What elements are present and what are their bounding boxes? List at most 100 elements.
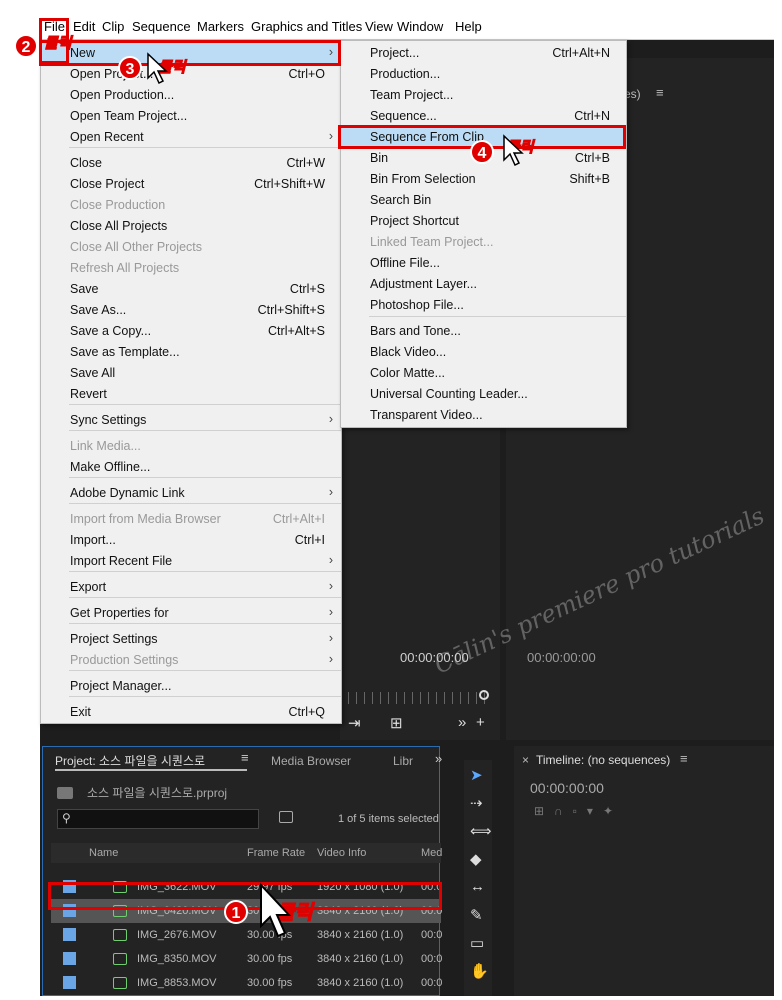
new-bin-icon[interactable] xyxy=(279,811,293,823)
add-button-icon[interactable]: + xyxy=(476,714,485,731)
libraries-tab[interactable]: Libr xyxy=(393,754,413,768)
label-color-swatch[interactable] xyxy=(63,952,76,965)
label-color-swatch[interactable] xyxy=(63,928,76,941)
file-menu-item-open-project[interactable]: Open Project... Ctrl+O xyxy=(41,64,341,85)
new-menu-item-production[interactable]: Production... xyxy=(341,64,626,85)
panel-menu-icon[interactable]: ≡ xyxy=(680,751,688,766)
file-menu-item-open-team-project[interactable]: Open Team Project... xyxy=(41,106,341,127)
new-menu-item-search-bin[interactable]: Search Bin xyxy=(341,190,626,211)
new-menu-item-photoshop-file[interactable]: Photoshop File... xyxy=(341,295,626,316)
file-menu-item-save[interactable]: Save Ctrl+S xyxy=(41,279,341,300)
hand-icon[interactable]: ✋ xyxy=(470,962,489,980)
ripple-edit-icon[interactable]: ⟺ xyxy=(470,822,492,840)
new-menu-item-bin-from-selection[interactable]: Bin From Selection Shift+B xyxy=(341,169,626,190)
menu-view[interactable]: View xyxy=(365,19,393,34)
more-panels-icon[interactable]: » xyxy=(435,751,442,766)
razor-icon[interactable]: ◆ xyxy=(470,850,482,868)
column-frame-rate[interactable]: Frame Rate xyxy=(247,847,305,859)
menu-item-shortcut: Ctrl+B xyxy=(574,151,610,165)
new-menu-item-universal-counting-leader[interactable]: Universal Counting Leader... xyxy=(341,384,626,405)
file-menu-item-import[interactable]: Import... Ctrl+I xyxy=(41,530,341,551)
menu-help[interactable]: Help xyxy=(455,19,482,34)
timeline-tab[interactable]: Timeline: (no sequences) xyxy=(536,753,670,767)
menu-clip[interactable]: Clip xyxy=(102,19,124,34)
new-menu-item-offline-file[interactable]: Offline File... xyxy=(341,253,626,274)
menu-sequence[interactable]: Sequence xyxy=(132,19,191,34)
new-menu-item-project[interactable]: Project... Ctrl+Alt+N xyxy=(341,43,626,64)
table-row[interactable]: IMG_8853.MOV 30.00 fps 3840 x 2160 (1.0) 00… xyxy=(51,971,442,995)
file-menu-item-save-a-copy[interactable]: Save a Copy... Ctrl+Alt+S xyxy=(41,321,341,342)
file-menu-item-open-production[interactable]: Open Production... xyxy=(41,85,341,106)
menu-window[interactable]: Window xyxy=(397,19,443,34)
rectangle-icon[interactable]: ▭ xyxy=(470,934,484,952)
new-menu-item-linked-team-project[interactable]: Linked Team Project... xyxy=(341,232,626,253)
new-menu-item-project-shortcut[interactable]: Project Shortcut xyxy=(341,211,626,232)
project-tab[interactable]: Project: 소스 파일을 시퀀스로 xyxy=(55,752,205,769)
file-menu-item-refresh-all-projects[interactable]: Refresh All Projects xyxy=(41,258,341,279)
menu-graphics-and-titles[interactable]: Graphics and Titles xyxy=(251,19,362,34)
table-row[interactable]: IMG_2676.MOV 30.00 fps 3840 x 2160 (1.0) 00… xyxy=(51,923,442,947)
file-menu-item-import-recent-file[interactable]: Import Recent File › xyxy=(41,551,341,572)
file-menu-item-save-as[interactable]: Save As... Ctrl+Shift+S xyxy=(41,300,341,321)
source-scrubber[interactable] xyxy=(340,692,490,704)
menu-item-label: Exit xyxy=(70,705,91,719)
column-name[interactable]: Name xyxy=(89,847,118,859)
new-menu-item-sequence[interactable]: Sequence... Ctrl+N xyxy=(341,106,626,127)
menu-item-label: Adjustment Layer... xyxy=(370,277,478,291)
menu-item-shortcut: Ctrl+Alt+N xyxy=(552,46,610,60)
pen-icon[interactable]: ✎ xyxy=(470,906,483,924)
new-menu-item-color-matte[interactable]: Color Matte... xyxy=(341,363,626,384)
media-browser-tab[interactable]: Media Browser xyxy=(271,754,351,768)
file-menu-item-save-all[interactable]: Save All xyxy=(41,363,341,384)
file-menu-item-sync-settings[interactable]: Sync Settings › xyxy=(41,410,341,431)
new-menu-item-team-project[interactable]: Team Project... xyxy=(341,85,626,106)
file-menu-item-import-from-media-browser[interactable]: Import from Media Browser Ctrl+Alt+I xyxy=(41,509,341,530)
file-menu-item-close-all-projects[interactable]: Close All Projects xyxy=(41,216,341,237)
file-menu-item-close-production[interactable]: Close Production xyxy=(41,195,341,216)
step-badge-1: 1 xyxy=(224,900,248,924)
close-icon[interactable]: × xyxy=(522,753,529,767)
new-menu-item-adjustment-layer[interactable]: Adjustment Layer... xyxy=(341,274,626,295)
file-menu-item-open-recent[interactable]: Open Recent › xyxy=(41,127,341,148)
file-menu-item-get-properties-for[interactable]: Get Properties for › xyxy=(41,603,341,624)
click-label-2: 클릭 xyxy=(44,35,73,53)
insert-icon[interactable]: ⇥ xyxy=(348,714,361,732)
column-video-info[interactable]: Video Info xyxy=(317,847,366,859)
file-menu-item-make-offline[interactable]: Make Offline... xyxy=(41,457,341,478)
panel-menu-icon[interactable]: ≡ xyxy=(656,85,664,100)
new-menu-item-transparent-video[interactable]: Transparent Video... xyxy=(341,405,626,426)
new-menu-item-bars-and-tone[interactable]: Bars and Tone... xyxy=(341,321,626,342)
menu-markers[interactable]: Markers xyxy=(197,19,244,34)
table-row[interactable]: IMG_8350.MOV 30.00 fps 3840 x 2160 (1.0) 00… xyxy=(51,947,442,971)
clip-icon xyxy=(113,929,127,941)
file-menu-item-project-manager[interactable]: Project Manager... xyxy=(41,676,341,697)
menu-item-label: Open Recent xyxy=(70,130,144,144)
track-select-icon[interactable]: ⇢ xyxy=(470,794,483,812)
menu-edit[interactable]: Edit xyxy=(73,19,95,34)
new-menu-item-black-video[interactable]: Black Video... xyxy=(341,342,626,363)
more-controls-icon[interactable]: » xyxy=(458,714,466,731)
file-menu-item-adobe-dynamic-link[interactable]: Adobe Dynamic Link › xyxy=(41,483,341,504)
file-menu-item-close[interactable]: Close Ctrl+W xyxy=(41,153,341,174)
search-input[interactable]: ⚲ xyxy=(57,809,259,829)
label-color-swatch[interactable] xyxy=(63,976,76,989)
file-menu-item-exit[interactable]: Exit Ctrl+Q xyxy=(41,702,341,723)
column-media[interactable]: Med xyxy=(421,847,442,859)
file-menu-item-close-project[interactable]: Close Project Ctrl+Shift+W xyxy=(41,174,341,195)
slip-icon[interactable]: ↔ xyxy=(470,878,485,895)
file-menu-item-export[interactable]: Export › xyxy=(41,577,341,598)
file-menu-item-project-settings[interactable]: Project Settings › xyxy=(41,629,341,650)
file-menu-item-link-media[interactable]: Link Media... xyxy=(41,436,341,457)
items-selected-count: 1 of 5 items selected xyxy=(338,813,439,825)
cell-video: 3840 x 2160 (1.0) xyxy=(317,953,404,965)
export-frame-icon[interactable]: ⊞ xyxy=(390,714,403,732)
file-menu-item-production-settings[interactable]: Production Settings › xyxy=(41,650,341,671)
file-menu-item-revert[interactable]: Revert xyxy=(41,384,341,405)
playhead-handle[interactable] xyxy=(479,690,489,700)
file-menu-item-save-as-template[interactable]: Save as Template... xyxy=(41,342,341,363)
file-menu-item-close-all-other-projects[interactable]: Close All Other Projects xyxy=(41,237,341,258)
menu-item-label: Save a Copy... xyxy=(70,324,152,338)
panel-menu-icon[interactable]: ≡ xyxy=(241,750,249,765)
menu-item-label: Transparent Video... xyxy=(370,408,483,422)
selection-tool-icon[interactable]: ➤ xyxy=(470,766,483,784)
